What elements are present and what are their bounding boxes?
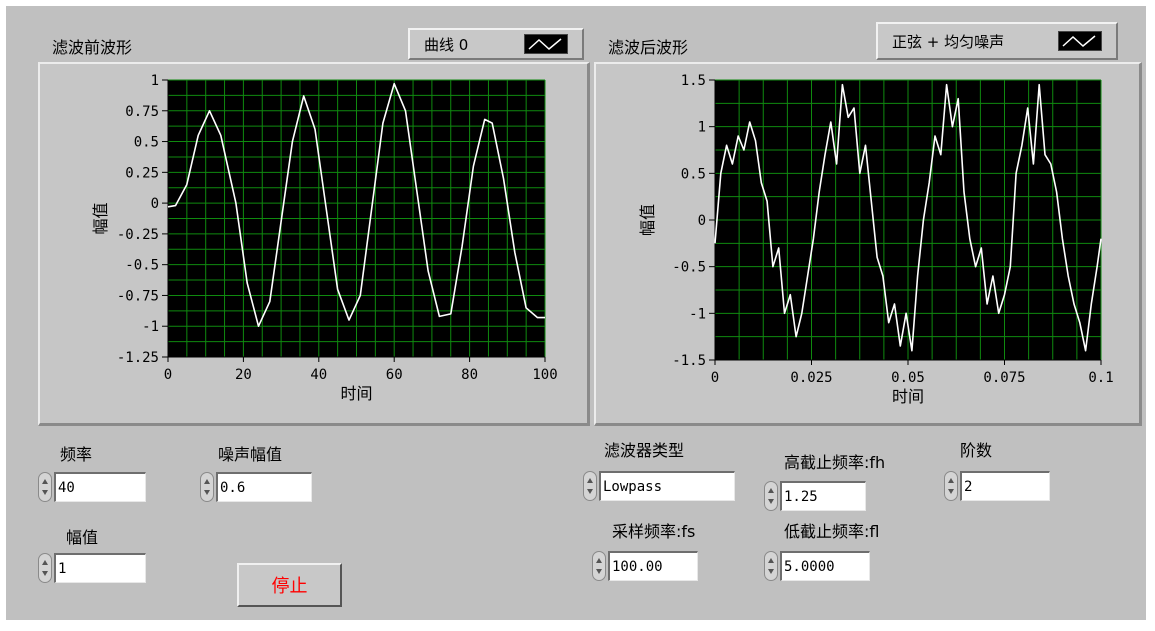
low-cutoff-control: 5.0000 <box>764 551 870 581</box>
x-tick-label: 20 <box>235 367 252 383</box>
y-tick-label: 0.75 <box>125 104 159 120</box>
order-input[interactable]: 2 <box>960 471 1050 501</box>
frequency-stepper[interactable] <box>38 472 52 502</box>
low-cutoff-label: 低截止频率:fl <box>784 522 880 541</box>
stop-button[interactable]: 停止 <box>237 563 342 607</box>
x-tick-label: 0.025 <box>790 370 832 386</box>
graph-after-legend[interactable]: 正弦 + 均匀噪声 <box>876 22 1118 60</box>
noise-amplitude-control: 0.6 <box>200 472 312 502</box>
order-label: 阶数 <box>960 441 993 460</box>
y-tick-label: -1 <box>689 306 706 322</box>
frequency-label: 频率 <box>60 445 93 464</box>
frequency-control: 40 <box>38 472 146 502</box>
y-tick-label: 0.25 <box>125 165 159 181</box>
legend-label: 曲线 0 <box>424 35 469 54</box>
y-tick-label: -0.25 <box>117 227 159 243</box>
graph-before-chart: 0 20 40 60 80 100 1 0.75 0.5 0.25 0 -0.25 -0.5 -0.75 -… <box>91 73 558 403</box>
y-tick-label: -1.5 <box>672 353 706 369</box>
y-tick-label: 0.5 <box>134 135 159 151</box>
x-tick-label: 0 <box>164 367 172 383</box>
filter-type-select[interactable]: Lowpass <box>599 471 735 501</box>
order-stepper[interactable] <box>944 471 958 501</box>
high-cutoff-control: 1.25 <box>764 481 866 511</box>
y-tick-label: 1.5 <box>681 73 706 89</box>
y-tick-label: 0.5 <box>681 166 706 182</box>
y-tick-label: -1 <box>142 319 159 335</box>
y-tick-label: -0.5 <box>672 260 706 276</box>
x-tick-label: 0.05 <box>891 370 925 386</box>
y-tick-label: 0 <box>151 196 159 212</box>
x-tick-label: 0 <box>711 370 719 386</box>
high-cutoff-input[interactable]: 1.25 <box>780 481 866 511</box>
filter-type-stepper[interactable] <box>583 471 597 501</box>
y-tick-label: -1.25 <box>117 350 159 366</box>
graph-after-chart: 0 0.025 0.05 0.075 0.1 1.5 1 0.5 0 -0.5 -1 -1.5 时间 幅值 <box>638 73 1114 406</box>
legend-line-swatch-icon <box>524 34 568 54</box>
x-axis-label: 时间 <box>340 384 372 403</box>
y-axis-label: 幅值 <box>638 204 657 236</box>
low-cutoff-stepper[interactable] <box>764 551 778 581</box>
x-tick-label: 40 <box>310 367 327 383</box>
x-tick-label: 60 <box>386 367 403 383</box>
amplitude-stepper[interactable] <box>38 553 52 583</box>
x-tick-label: 0.1 <box>1088 370 1113 386</box>
sample-rate-stepper[interactable] <box>592 551 606 581</box>
y-tick-label: 1 <box>698 120 706 136</box>
sample-rate-label: 采样频率:fs <box>612 522 696 541</box>
graph-before-title: 滤波前波形 <box>52 38 133 57</box>
sample-rate-input[interactable]: 100.00 <box>608 551 698 581</box>
order-control: 2 <box>944 471 1050 501</box>
y-tick-label: 1 <box>151 73 159 89</box>
legend-label: 正弦 + 均匀噪声 <box>892 32 1005 51</box>
frequency-input[interactable]: 40 <box>54 472 146 502</box>
amplitude-label: 幅值 <box>66 528 99 547</box>
amplitude-control: 1 <box>38 553 146 583</box>
noise-amplitude-stepper[interactable] <box>200 472 214 502</box>
noise-amplitude-input[interactable]: 0.6 <box>216 472 312 502</box>
graph-after-frame: 0 0.025 0.05 0.075 0.1 1.5 1 0.5 0 -0.5 -1 -1.5 时间 幅值 <box>594 62 1142 426</box>
x-tick-label: 0.075 <box>983 370 1025 386</box>
y-axis-label: 幅值 <box>91 202 110 234</box>
graph-before-legend[interactable]: 曲线 0 <box>408 28 584 60</box>
high-cutoff-label: 高截止频率:fh <box>784 453 886 472</box>
noise-amplitude-label: 噪声幅值 <box>218 445 283 464</box>
x-tick-label: 100 <box>532 367 557 383</box>
legend-line-swatch-icon <box>1058 31 1102 51</box>
amplitude-input[interactable]: 1 <box>54 553 146 583</box>
filter-type-label: 滤波器类型 <box>604 441 685 460</box>
graph-before-frame: 0 20 40 60 80 100 1 0.75 0.5 0.25 0 -0.25 -0.5 -0.75 -… <box>38 62 590 426</box>
filter-type-control: Lowpass <box>583 471 735 501</box>
low-cutoff-input[interactable]: 5.0000 <box>780 551 870 581</box>
y-tick-label: 0 <box>698 213 706 229</box>
graph-after-title: 滤波后波形 <box>608 38 689 57</box>
y-tick-label: -0.75 <box>117 288 159 304</box>
sample-rate-control: 100.00 <box>592 551 698 581</box>
x-tick-label: 80 <box>461 367 478 383</box>
x-axis-label: 时间 <box>892 387 924 406</box>
y-tick-label: -0.5 <box>125 258 159 274</box>
high-cutoff-stepper[interactable] <box>764 481 778 511</box>
